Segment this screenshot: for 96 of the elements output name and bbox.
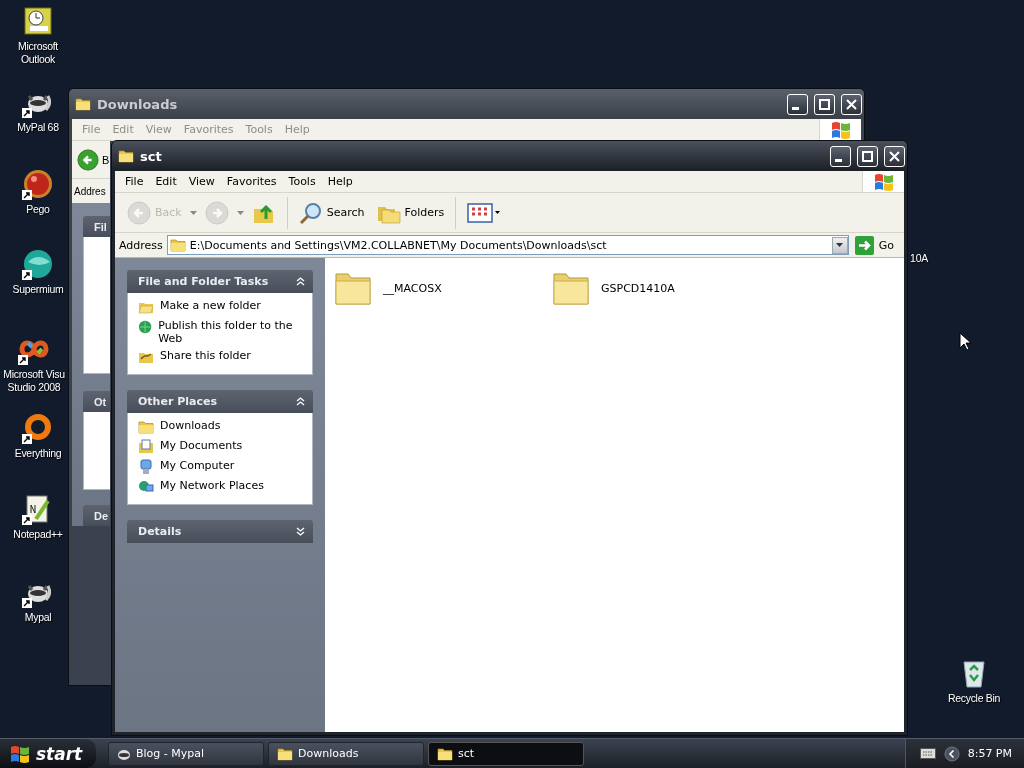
shortcut-arrow-icon [22,434,32,444]
close-icon [889,150,900,162]
shortcut-arrow-icon [22,515,32,525]
shortcut-arrow-icon [22,108,32,118]
folder-name[interactable]: __MACOSX [383,281,442,295]
ball-icon [22,168,54,200]
search-icon [298,200,323,225]
folder-icon [118,148,134,164]
start-button[interactable]: start [0,739,96,768]
caret-icon [236,210,244,215]
address-field[interactable]: E:\Documents and Settings\VM2.COLLABNET\My Documents\Downloads\sct [166,235,849,255]
panel-header[interactable]: Ot [83,391,110,412]
caret-icon [189,210,197,215]
back-button[interactable]: B [77,148,110,171]
globe-icon [138,319,153,335]
desktop-icon-label[interactable]: Microsoft Outlook [18,40,58,66]
panel-title: Other Places [138,395,217,408]
panel-title: Details [138,525,182,538]
desktop-icon-label[interactable]: MyPal 68 [17,121,59,134]
computer-icon [138,459,154,475]
desktop-icon-label[interactable]: Supermium [12,283,64,296]
windows-logo-icon [873,172,894,191]
task-link[interactable]: Share this folder [160,349,251,362]
folder-name[interactable]: GSPCD1410A [601,281,675,295]
shortcut-arrow-icon [18,355,28,365]
panel-header[interactable]: De [83,505,110,526]
search-button[interactable]: Search [294,198,369,227]
menu-item[interactable]: Tools [282,175,322,188]
documents-folder-icon [138,439,154,455]
minimize-button[interactable] [787,93,808,115]
close-icon [846,98,857,110]
menu-item[interactable]: View [182,175,221,188]
cursor-icon [959,332,971,351]
panel-title: File and Folder Tasks [138,275,269,288]
window-title: Downloads [97,96,179,112]
network-globe-icon [138,479,154,495]
close-button[interactable] [841,93,862,115]
desktop-icon-label[interactable]: Everything [14,447,62,460]
task-link[interactable]: My Documents [160,439,243,452]
desktop-icon-label[interactable]: Mypal [24,611,52,624]
menu-item[interactable]: Help [321,175,359,188]
folder-icon [277,745,293,762]
windows-logo-icon [10,744,30,763]
shortcut-arrow-icon [22,190,32,200]
taskbar-button[interactable]: Downloads [268,741,424,766]
taskbar-button[interactable]: sct [428,741,584,766]
maximize-button[interactable] [857,145,878,167]
clock: 8:57 PM [967,747,1012,760]
menu-item[interactable]: Favorites [220,175,283,188]
task-link[interactable]: Make a new folder [160,299,261,312]
minimize-icon [835,158,842,162]
task-link[interactable]: My Computer [160,459,235,472]
views-grid-icon [467,202,502,223]
folder-icon [138,419,154,435]
menu-item[interactable]: File [119,175,150,188]
collapse-chevron-icon[interactable] [296,277,305,286]
address-label: Addres [74,185,106,197]
caret-icon [836,243,844,247]
folders-button[interactable]: Folders [372,199,449,226]
address-label: Address [119,238,163,252]
panel-header[interactable]: Details [127,520,313,543]
maximize-button[interactable] [814,93,835,115]
desktop-icon-label[interactable]: Notepad++ [13,528,63,541]
panel-header[interactable]: Fil [83,216,110,237]
minimize-icon [792,106,799,110]
expand-chevron-icon[interactable] [296,527,305,536]
collapse-chevron-icon[interactable] [296,397,305,406]
maximize-icon [819,98,830,110]
window-title: sct [140,148,163,164]
maximize-icon [862,150,873,162]
desktop-icon-label[interactable]: Pego [26,203,50,216]
menu-item[interactable]: Edit [149,175,183,188]
shortcut-arrow-icon [22,270,32,280]
close-button[interactable] [884,145,905,167]
folder-icon [437,745,453,762]
expand-tray-icon[interactable] [943,745,960,762]
minimize-button[interactable] [830,145,851,167]
mail-clock-icon [22,5,54,37]
task-link[interactable]: My Network Places [160,479,264,492]
panel-header[interactable]: Other Places [127,390,313,413]
panel-header[interactable]: File and Folder Tasks [127,270,313,293]
folder-icon [75,96,91,112]
address-text: E:\Documents and Settings\VM2.COLLABNET\My Documents\Downloads\sct [189,238,607,252]
folder-icon [169,237,186,253]
task-link[interactable]: Downloads [160,419,221,432]
dropdown-button[interactable] [831,236,848,254]
desktop-icon-label[interactable]: Recycle Bin [947,692,1001,705]
go-button[interactable]: Go [852,235,900,255]
windows-logo-icon [830,120,851,139]
task-link[interactable]: Publish this folder to the Web [158,319,302,345]
taskbar-button[interactable]: Blog - Mypal [108,741,264,766]
desktop-icon-label[interactable]: 10A [910,252,928,265]
keyboard-icon[interactable] [919,748,936,759]
shortcut-arrow-icon [22,598,32,608]
desktop-icon-label[interactable]: Microsoft Visu Studio 2008 [3,368,65,394]
ball-icon [22,248,54,280]
